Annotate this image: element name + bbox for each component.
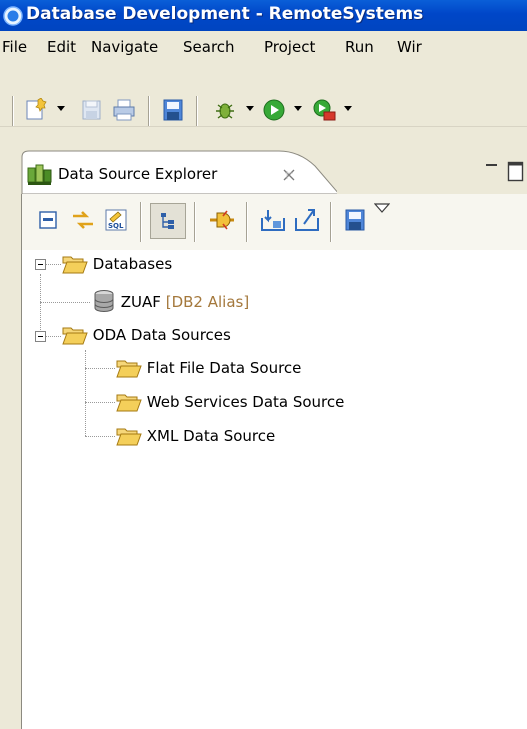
menu-edit[interactable]: Edit <box>47 38 76 56</box>
tree-item-xml-data-source[interactable]: XML Data Source <box>116 425 275 447</box>
export-icon[interactable] <box>294 206 320 232</box>
svg-text:SQL: SQL <box>108 222 124 230</box>
window-title: Database Development - RemoteSystems <box>26 4 424 24</box>
tree-view-icon <box>161 213 174 229</box>
tree-item-label: Flat File Data Source <box>146 359 302 377</box>
new-dropdown-icon[interactable] <box>57 106 65 111</box>
tree-item-web-services-data-source[interactable]: Web Services Data Source <box>116 391 344 413</box>
eclipse-app-icon <box>3 6 23 26</box>
tree-line <box>85 402 115 403</box>
view-tab-title: Data Source Explorer <box>58 165 218 183</box>
tree-line <box>46 336 61 337</box>
tree-item-zuaf[interactable]: ZUAF [DB2 Alias] <box>92 289 249 313</box>
main-toolbar <box>0 62 527 127</box>
collapse-all-icon[interactable] <box>38 209 60 231</box>
tree-line <box>85 368 115 369</box>
tree-item-label: ZUAF <box>120 293 161 311</box>
save-view-icon[interactable] <box>344 208 366 232</box>
run-icon[interactable] <box>262 98 286 122</box>
menu-window[interactable]: Wir <box>397 38 422 56</box>
folder-open-icon <box>62 327 88 345</box>
tree-item-databases[interactable]: Databases <box>62 253 172 275</box>
toolbar-separator <box>330 202 332 242</box>
folder-open-icon <box>116 428 142 446</box>
tree-line <box>85 436 115 437</box>
tree-line <box>40 302 90 303</box>
tree-line <box>46 264 61 265</box>
menu-run[interactable]: Run <box>345 38 374 56</box>
tree-view-toggle-button[interactable] <box>150 203 186 239</box>
expand-toggle-oda[interactable] <box>35 331 46 342</box>
toolbar-separator <box>148 96 150 126</box>
toolbar-separator <box>194 202 196 242</box>
data-source-tree: Databases ZUAF [DB2 Alias] ODA Data Sour… <box>21 250 527 729</box>
menu-file[interactable]: File <box>2 38 27 56</box>
debug-dropdown-icon[interactable] <box>246 106 254 111</box>
close-icon[interactable] <box>282 168 296 182</box>
import-icon[interactable] <box>260 208 286 232</box>
data-source-explorer-icon <box>27 164 52 185</box>
new-icon[interactable] <box>24 98 50 122</box>
toolbar-separator <box>196 96 198 126</box>
connect-icon[interactable] <box>208 208 236 232</box>
toolbar-separator <box>140 202 142 242</box>
view-menu-icon[interactable] <box>374 202 390 214</box>
external-tools-dropdown-icon[interactable] <box>344 106 352 111</box>
sql-editor-icon[interactable]: SQL <box>104 207 130 233</box>
database-icon <box>94 290 114 312</box>
tree-item-label: XML Data Source <box>146 427 276 445</box>
external-tools-icon[interactable] <box>312 98 338 122</box>
link-with-editor-icon[interactable] <box>70 208 96 232</box>
debug-icon[interactable] <box>212 98 238 122</box>
maximize-icon[interactable] <box>507 161 525 183</box>
tree-item-label: Web Services Data Source <box>146 393 345 411</box>
toolbar-separator <box>246 202 248 242</box>
print-icon[interactable] <box>112 98 136 122</box>
tree-line <box>40 274 41 336</box>
menu-search[interactable]: Search <box>183 38 235 56</box>
save-icon[interactable] <box>81 98 103 122</box>
expand-toggle-databases[interactable] <box>35 259 46 270</box>
title-bar[interactable]: Database Development - RemoteSystems <box>0 0 527 31</box>
tree-item-label: Databases <box>92 255 173 273</box>
view-toolbar: SQL <box>21 194 527 250</box>
folder-open-icon <box>116 360 142 378</box>
folder-open-icon <box>62 256 88 274</box>
menu-bar: File Edit Navigate Search Project Run Wi… <box>0 31 527 62</box>
tree-item-decoration: [DB2 Alias] <box>165 293 250 311</box>
toolbar-separator <box>12 96 14 126</box>
menu-navigate[interactable]: Navigate <box>91 38 158 56</box>
tree-line <box>85 350 86 436</box>
tree-item-label: ODA Data Sources <box>92 326 231 344</box>
save-all-icon[interactable] <box>162 98 184 122</box>
minimize-icon[interactable] <box>484 161 500 173</box>
menu-project[interactable]: Project <box>264 38 315 56</box>
tree-item-oda-data-sources[interactable]: ODA Data Sources <box>62 324 231 346</box>
folder-open-icon <box>116 394 142 412</box>
run-dropdown-icon[interactable] <box>294 106 302 111</box>
tree-item-flat-file-data-source[interactable]: Flat File Data Source <box>116 357 301 379</box>
